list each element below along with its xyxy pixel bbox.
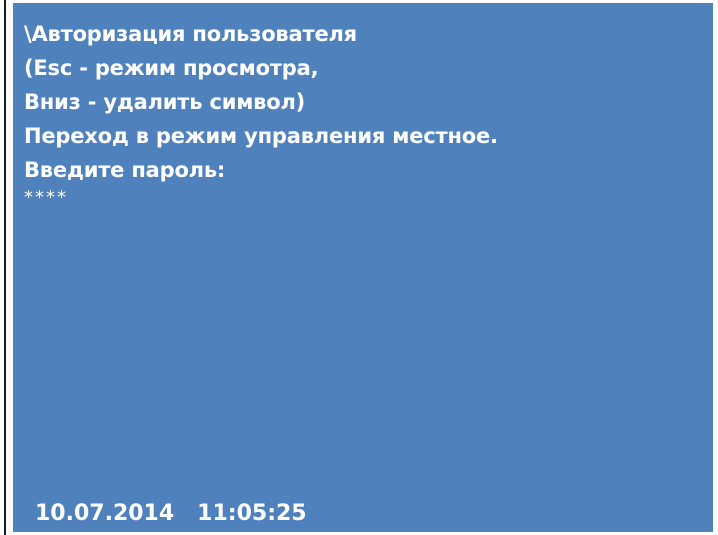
hint-delete: Вниз - удалить символ) xyxy=(24,90,306,114)
display-frame: \Авторизация пользователя (Esc - режим п… xyxy=(0,0,718,535)
status-datetime: 10.07.2014 11:05:25 xyxy=(35,500,307,528)
frame-border xyxy=(4,0,6,535)
hint-escape: (Esc - режим просмотра, xyxy=(24,56,319,80)
status-time: 11:05:25 xyxy=(197,501,307,526)
status-date: 10.07.2014 xyxy=(35,501,175,526)
terminal-screen: \Авторизация пользователя (Esc - режим п… xyxy=(13,3,713,532)
screen-title: \Авторизация пользователя xyxy=(24,22,357,46)
auth-dialog: \Авторизация пользователя (Esc - режим п… xyxy=(24,17,705,209)
mode-message: Переход в режим управления местное. xyxy=(24,124,498,148)
password-field[interactable]: **** xyxy=(24,187,705,209)
password-prompt: Введите пароль: xyxy=(24,158,226,182)
